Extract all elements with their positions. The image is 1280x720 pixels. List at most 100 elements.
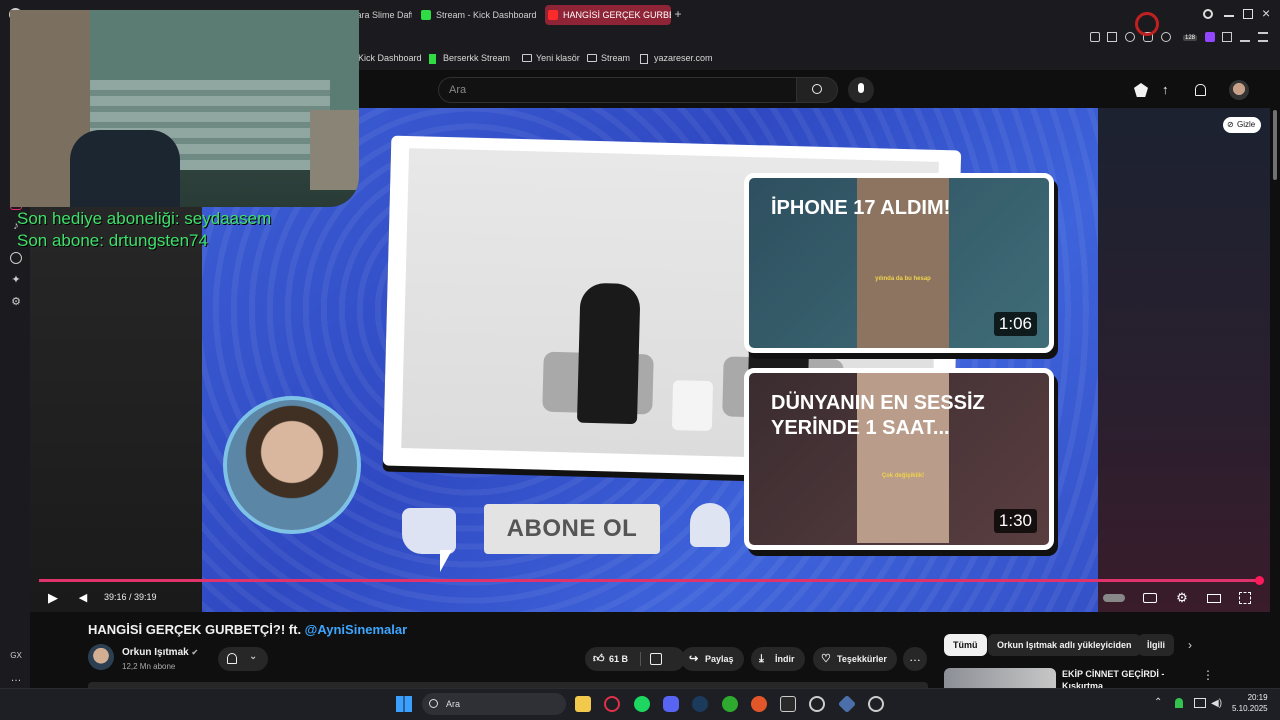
- extensions-icon[interactable]: ✦: [10, 274, 22, 286]
- bookmark-stream[interactable]: Stream: [587, 53, 630, 63]
- chip-related[interactable]: İlgili: [1138, 634, 1174, 656]
- bookmark-berserkk-stream[interactable]: Berserkk Stream: [429, 53, 510, 64]
- chip-from-uploader[interactable]: Orkun Işıtmak adlı yükleyiciden: [988, 634, 1141, 656]
- maximize-icon[interactable]: [1243, 9, 1253, 19]
- endscreen-video-card[interactable]: yılında da bu hesap İPHONE 17 ALDIM! 1:0…: [744, 173, 1054, 353]
- tab-youtube-video[interactable]: HANGİSİ GERÇEK GURBE: [545, 5, 671, 25]
- twitch-icon[interactable]: [1205, 32, 1215, 42]
- close-window-icon[interactable]: ×: [1262, 6, 1270, 20]
- gx-label[interactable]: GX: [7, 650, 25, 662]
- stream-sub-alerts: Son hediye aboneliği: seydaasem Son abon…: [17, 208, 271, 252]
- autoplay-toggle[interactable]: [1103, 594, 1125, 602]
- streaming-app-icon[interactable]: [868, 696, 884, 712]
- video-letterbox-right: [1098, 108, 1270, 612]
- bookmark-label: Yeni klasör: [536, 53, 580, 63]
- bell-off-icon: [227, 653, 237, 664]
- dislike-button[interactable]: [650, 653, 662, 665]
- thumbs-up-icon: [402, 508, 456, 554]
- epic-games-icon[interactable]: [780, 696, 796, 712]
- side-table: [671, 380, 714, 432]
- recommended-thumbnail[interactable]: [944, 668, 1056, 688]
- time-display: 39:16 / 39:19: [104, 592, 157, 602]
- menu-icon[interactable]: [1258, 32, 1268, 42]
- thanks-icon: ♡: [821, 653, 831, 665]
- file-explorer-icon[interactable]: [575, 696, 591, 712]
- bookmark-yeni-klasor[interactable]: Yeni klasör: [522, 53, 580, 63]
- windows-start-icon[interactable]: [396, 696, 412, 712]
- speaker-icon[interactable]: ◀): [1211, 698, 1222, 709]
- like-button[interactable]: 👍︎ 61 B: [585, 647, 685, 671]
- discord-icon[interactable]: [663, 696, 679, 712]
- media-app-icon[interactable]: [751, 696, 767, 712]
- title-mention-link[interactable]: @AyniSinemalar: [305, 622, 408, 637]
- scrollbar-thumb[interactable]: [1273, 110, 1277, 180]
- theater-mode-icon[interactable]: [1207, 594, 1221, 603]
- search-button[interactable]: [796, 77, 838, 103]
- extension-icon[interactable]: [1107, 32, 1117, 42]
- history-icon[interactable]: [10, 252, 22, 264]
- opera-gx-icon[interactable]: [604, 696, 620, 712]
- thanks-button[interactable]: ♡ Teşekkürler: [813, 647, 897, 671]
- settings-gear-icon[interactable]: ⚙: [1174, 590, 1190, 606]
- volume-icon[interactable]: ◀: [75, 590, 91, 606]
- channel-name[interactable]: Orkun Işıtmak ✔: [122, 647, 198, 658]
- progress-bar[interactable]: [39, 579, 1259, 582]
- extension-icon[interactable]: [1090, 32, 1100, 42]
- search-tabs-icon[interactable]: [1203, 9, 1213, 19]
- recommended-title[interactable]: EKİP CİNNET GEÇİRDİ - Kışkırtma: [1062, 668, 1192, 688]
- endscreen-channel-avatar[interactable]: [223, 396, 361, 534]
- endscreen-subscribe-button[interactable]: ABONE OL: [484, 504, 660, 554]
- video-title-text: HANGİSİ GERÇEK GURBETÇİ?! ft.: [88, 622, 305, 637]
- play-icon[interactable]: ▶: [45, 590, 61, 606]
- webcam-chair: [70, 130, 180, 207]
- download-button[interactable]: ⤓ İndir: [751, 647, 805, 671]
- subtitles-icon[interactable]: [1143, 593, 1157, 603]
- share-button[interactable]: ↪ Paylaş: [681, 647, 744, 671]
- mouse-cursor-icon: [440, 550, 452, 572]
- spotify-icon[interactable]: [634, 696, 650, 712]
- endscreen-video-card[interactable]: Çok değişiklik! DÜNYANIN EN SESSİZ YERİN…: [744, 368, 1054, 550]
- tray-chevron-up-icon[interactable]: ⌃: [1154, 697, 1162, 708]
- clock-time: 20:19: [1247, 693, 1268, 702]
- bell-icon: [690, 503, 730, 547]
- steam-icon[interactable]: [692, 696, 708, 712]
- extension-badge[interactable]: 128: [1183, 35, 1198, 41]
- taskbar-clock[interactable]: 20:19 5.10.2025: [1232, 692, 1268, 714]
- player-controls: ▶ ◀ 39:16 / 39:19 ⚙: [30, 584, 1270, 612]
- minimize-icon[interactable]: [1224, 15, 1234, 17]
- bookmark-label: Stream: [601, 53, 631, 63]
- extension-icon[interactable]: [1222, 32, 1232, 42]
- network-icon[interactable]: [1194, 698, 1206, 708]
- fullscreen-icon[interactable]: [1239, 592, 1251, 604]
- search-input[interactable]: Ara: [438, 77, 796, 103]
- new-tab-button[interactable]: +: [672, 8, 684, 20]
- chip-all[interactable]: Tümü: [944, 634, 987, 656]
- card-duration: 1:30: [993, 509, 1037, 533]
- extension-icon[interactable]: [1125, 32, 1135, 42]
- chevron-right-icon[interactable]: ›: [1188, 638, 1202, 652]
- subscriber-count: 12,2 Mn abone: [122, 662, 176, 671]
- channel-avatar[interactable]: [88, 644, 114, 670]
- tray-app-icon[interactable]: [1175, 698, 1183, 708]
- tab-kick-dashboard[interactable]: Stream - Kick Dashboard: [418, 5, 540, 25]
- notifications-bell-icon[interactable]: [1195, 84, 1206, 96]
- obs-icon[interactable]: [809, 696, 825, 712]
- settings-gear-icon[interactable]: ⚙: [10, 296, 22, 308]
- youtube-icon: [548, 10, 558, 20]
- upload-icon[interactable]: ↑: [1162, 82, 1169, 97]
- extension-icon[interactable]: [1161, 32, 1171, 42]
- taskbar-search-input[interactable]: Ara: [422, 693, 566, 715]
- download-icon[interactable]: [1240, 32, 1250, 42]
- avatar[interactable]: [1229, 80, 1249, 100]
- person-left: [576, 282, 641, 425]
- more-vert-icon[interactable]: ⋮: [1202, 668, 1214, 682]
- more-actions-button[interactable]: …: [903, 647, 927, 671]
- voice-search-button[interactable]: [848, 77, 874, 103]
- bookmark-yazareser[interactable]: yazareser.com: [640, 53, 713, 64]
- brand-watermark-logo: [1135, 12, 1159, 36]
- subscribed-notifications-button[interactable]: ⌄: [218, 647, 268, 671]
- more-icon[interactable]: …: [10, 672, 22, 684]
- download-label: İndir: [775, 654, 795, 664]
- hide-endscreen-button[interactable]: Gizle: [1223, 117, 1262, 133]
- xbox-icon[interactable]: [722, 696, 738, 712]
